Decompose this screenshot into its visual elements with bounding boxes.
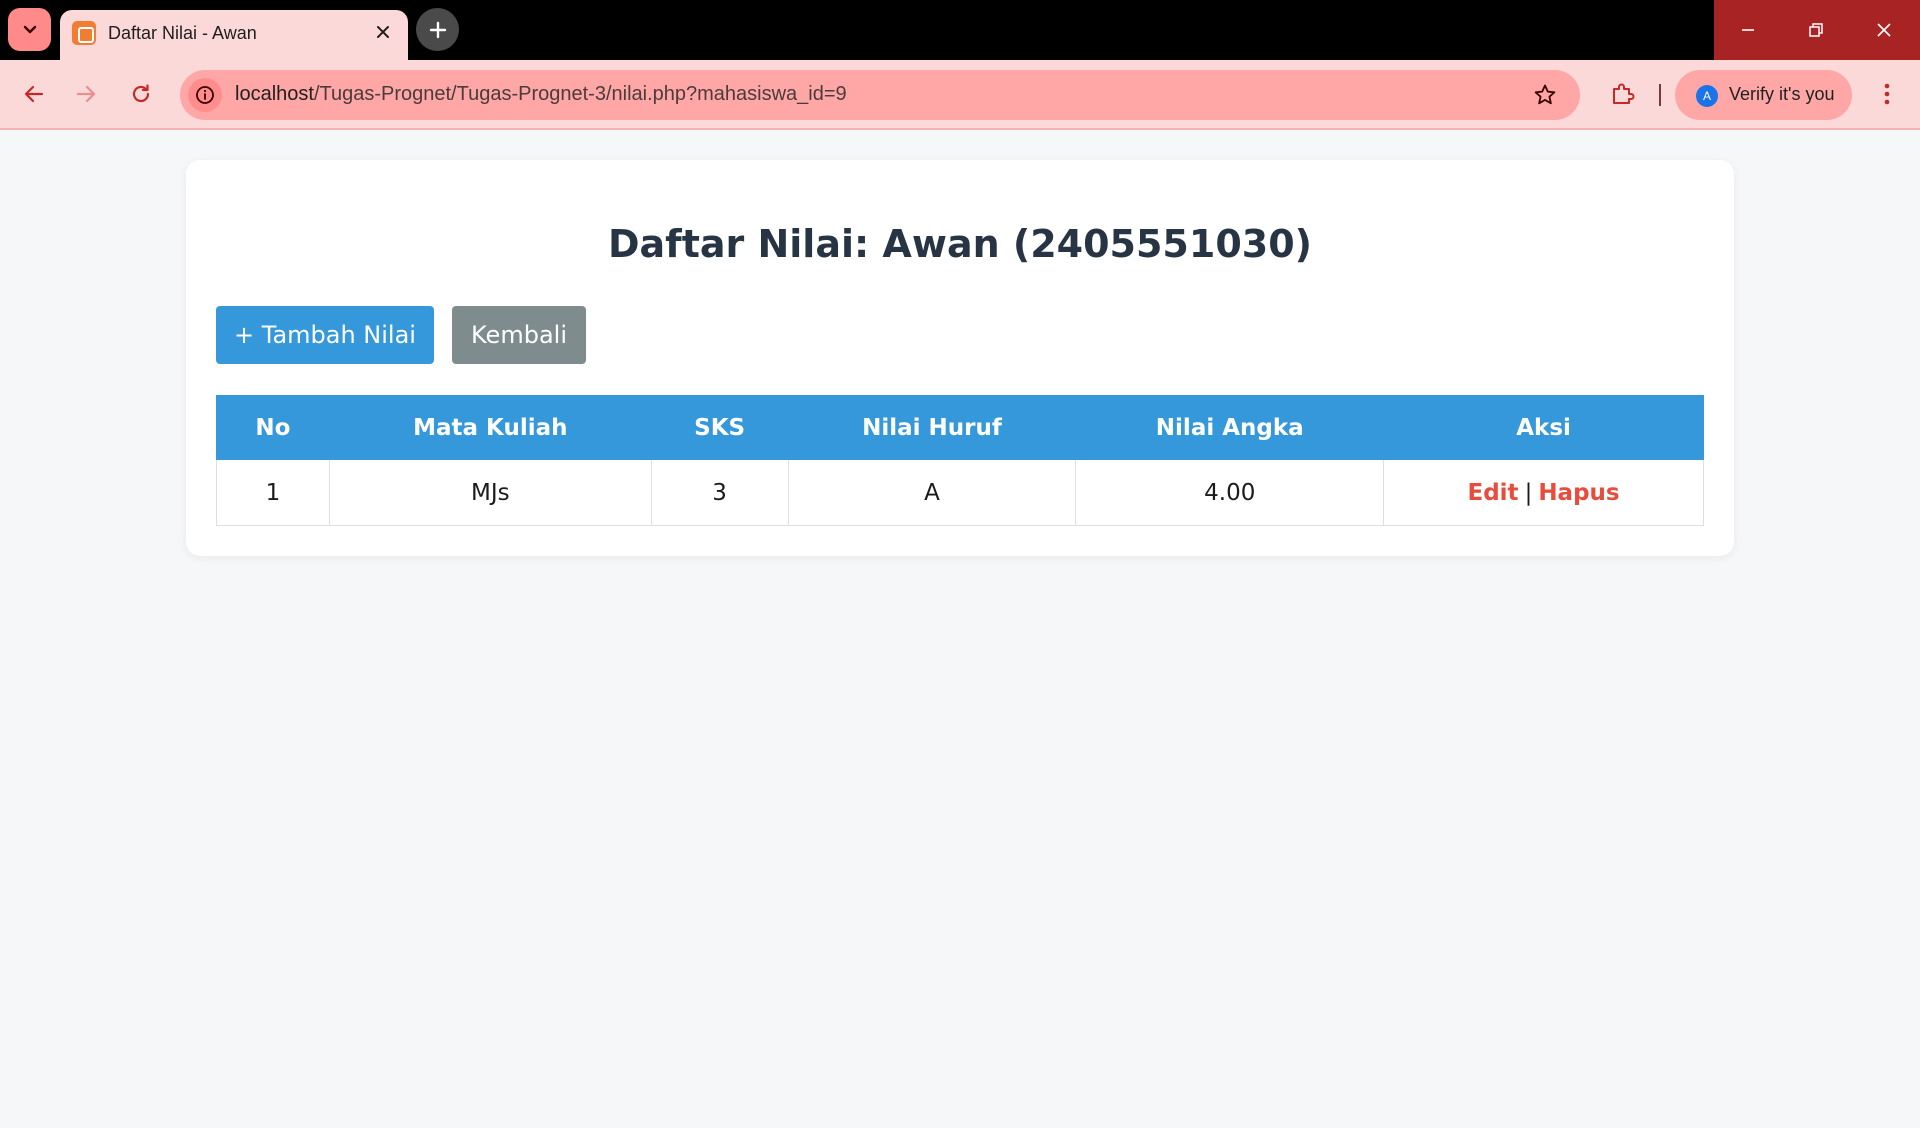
toolbar-divider <box>1659 84 1661 106</box>
browser-titlebar: Daftar Nilai - Awan <box>0 0 1920 60</box>
grades-table: No Mata Kuliah SKS Nilai Huruf Nilai Ang… <box>216 395 1704 526</box>
table-header-row: No Mata Kuliah SKS Nilai Huruf Nilai Ang… <box>216 395 1704 460</box>
arrow-right-icon <box>76 85 96 103</box>
table-row: 1 MJs 3 A 4.00 Edit | Hapus <box>216 459 1704 526</box>
content-card: Daftar Nilai: Awan (2405551030) + Tambah… <box>186 160 1734 556</box>
cell-nilai-angka: 4.00 <box>1075 459 1385 526</box>
profile-label: Verify it's you <box>1729 84 1835 104</box>
avatar: A <box>1696 85 1718 107</box>
restore-button[interactable] <box>1782 0 1850 60</box>
info-icon <box>196 86 214 104</box>
close-window-button[interactable] <box>1850 0 1918 60</box>
column-header-sks: SKS <box>650 395 789 460</box>
xampp-favicon-icon <box>72 21 96 45</box>
url-host: localhost <box>235 83 314 105</box>
chevron-down-icon <box>23 25 36 33</box>
puzzle-icon <box>1613 83 1635 104</box>
add-grade-button[interactable]: + Tambah Nilai <box>216 306 434 364</box>
browser-toolbar: localhost/Tugas-Prognet/Tugas-Prognet-3/… <box>0 60 1920 130</box>
url-text: localhost/Tugas-Prognet/Tugas-Prognet-3/… <box>235 83 847 106</box>
tab-close-button[interactable] <box>370 19 396 45</box>
page-title: Daftar Nilai: Awan (2405551030) <box>607 222 1313 266</box>
bookmark-button[interactable] <box>1532 82 1558 108</box>
cell-mata-kuliah: MJs <box>328 459 652 526</box>
column-header-nilai-huruf: Nilai Huruf <box>787 395 1077 460</box>
arrow-left-icon <box>24 85 44 103</box>
profile-button[interactable]: A Verify it's you <box>1675 70 1852 120</box>
column-header-no: No <box>216 395 330 460</box>
site-info-button[interactable] <box>188 78 222 112</box>
cell-sks: 3 <box>650 459 789 526</box>
extensions-button[interactable] <box>1602 74 1642 114</box>
window-controls <box>1714 0 1920 60</box>
column-header-nilai-angka: Nilai Angka <box>1075 395 1385 460</box>
reload-icon <box>132 84 150 103</box>
column-header-aksi: Aksi <box>1383 395 1704 460</box>
tab-search-button[interactable] <box>8 8 51 51</box>
close-icon <box>1877 23 1891 37</box>
restore-icon <box>1809 23 1823 37</box>
edit-link[interactable]: Edit <box>1468 480 1519 506</box>
forward-button[interactable] <box>66 74 106 114</box>
more-vertical-icon <box>1884 83 1890 105</box>
back-button[interactable] <box>14 74 54 114</box>
tab-title: Daftar Nilai - Awan <box>108 23 257 43</box>
address-bar[interactable]: localhost/Tugas-Prognet/Tugas-Prognet-3/… <box>180 70 1580 120</box>
cell-no: 1 <box>216 459 330 526</box>
reload-button[interactable] <box>121 74 161 114</box>
minimize-icon <box>1742 29 1754 31</box>
star-icon <box>1534 84 1556 105</box>
cell-aksi: Edit | Hapus <box>1383 459 1704 526</box>
action-separator: | <box>1524 479 1533 506</box>
plus-icon <box>429 21 446 38</box>
back-link-button[interactable]: Kembali <box>452 306 586 364</box>
delete-link[interactable]: Hapus <box>1538 480 1619 506</box>
cell-nilai-huruf: A <box>787 459 1077 526</box>
browser-menu-button[interactable] <box>1867 74 1907 114</box>
new-tab-button[interactable] <box>416 8 459 51</box>
close-icon <box>377 26 389 38</box>
url-path: /Tugas-Prognet/Tugas-Prognet-3/nilai.php… <box>313 83 847 105</box>
browser-tab[interactable]: Daftar Nilai - Awan <box>60 10 408 60</box>
column-header-mata-kuliah: Mata Kuliah <box>328 395 652 460</box>
minimize-button[interactable] <box>1714 0 1782 60</box>
